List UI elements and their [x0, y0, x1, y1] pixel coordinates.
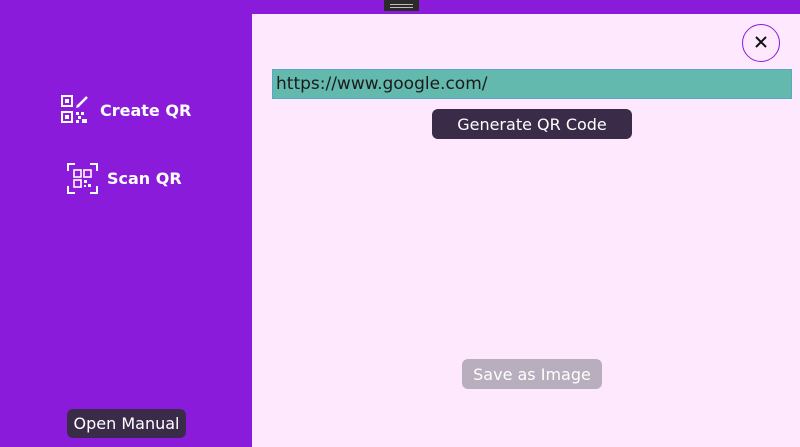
close-icon — [754, 35, 768, 52]
grip-line — [390, 7, 413, 8]
sidebar-item-label: Scan QR — [107, 169, 182, 188]
sidebar-item-scan-qr[interactable]: Scan QR — [67, 163, 182, 194]
window-drag-handle[interactable] — [384, 0, 419, 11]
sidebar-item-create-qr[interactable]: Create QR — [61, 95, 191, 125]
open-manual-button[interactable]: Open Manual — [67, 409, 186, 438]
generate-qr-button[interactable]: Generate QR Code — [432, 109, 632, 139]
sidebar: Create QR Scan QR Open Manual — [0, 0, 252, 447]
url-input[interactable] — [272, 69, 792, 99]
sidebar-item-label: Create QR — [100, 100, 192, 120]
grip-line — [390, 4, 413, 5]
qr-create-icon — [61, 95, 91, 125]
main-panel: Generate QR Code Save as Image — [252, 14, 800, 447]
save-as-image-button[interactable]: Save as Image — [462, 359, 602, 389]
close-button[interactable] — [742, 24, 780, 62]
qr-scan-icon — [67, 163, 98, 194]
